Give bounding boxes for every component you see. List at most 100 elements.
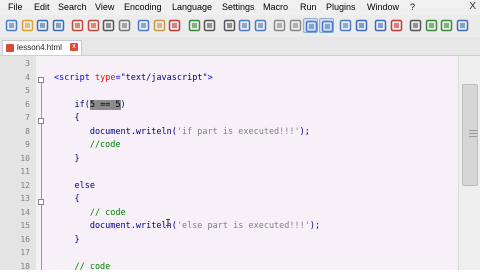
tab-label: lesson4.html (17, 43, 62, 52)
code-token: 'if part is executed!!!' (177, 127, 300, 137)
record-macro-icon[interactable] (389, 18, 404, 33)
tab-close-icon[interactable]: x (70, 43, 78, 51)
selected-text: 5 == 5 (90, 100, 121, 110)
line-number: 18 (0, 262, 30, 271)
code-line: 7 { (0, 112, 458, 126)
code-text: { (54, 113, 80, 123)
fold-toggle-icon[interactable] (38, 118, 44, 124)
code-text: // code (54, 208, 126, 218)
code-text: { (54, 194, 80, 204)
code-token: if( (54, 100, 90, 110)
code-line: 9 //code (0, 139, 458, 153)
code-text: document.writeln('else part is executed!… (54, 221, 320, 231)
toolbar (0, 15, 480, 38)
save-icon[interactable] (35, 18, 50, 33)
paste-icon[interactable] (152, 18, 167, 33)
menu-item-window[interactable]: Window (367, 2, 399, 12)
code-line: 17 (0, 247, 458, 261)
doc-map-icon[interactable] (354, 18, 369, 33)
line-number: 9 (0, 140, 30, 149)
menu-item-view[interactable]: View (95, 2, 114, 12)
code-line: 12 else (0, 180, 458, 194)
code-text: if(5 == 5) (54, 100, 126, 110)
code-token: //code (54, 140, 121, 150)
menu-item-run[interactable]: Run (300, 2, 317, 12)
menu-item-plugins[interactable]: Plugins (326, 2, 356, 12)
menu-item-settings[interactable]: Settings (222, 2, 255, 12)
editor[interactable]: 34<script type="text/javascript">56 if(5… (0, 56, 480, 270)
function-list-icon[interactable] (373, 18, 388, 33)
redo-icon[interactable] (187, 18, 202, 33)
play-macro-icon[interactable] (424, 18, 439, 33)
code-text: document.writeln('if part is executed!!!… (54, 127, 310, 137)
cut-icon[interactable] (117, 18, 132, 33)
code-token: } (54, 235, 80, 245)
save-all-icon[interactable] (51, 18, 66, 33)
zoom-out-icon[interactable] (253, 18, 268, 33)
code-line: 3 (0, 58, 458, 72)
sync-v-icon[interactable] (272, 18, 287, 33)
menu-item-file[interactable]: File (8, 2, 23, 12)
fold-toggle-icon[interactable] (38, 199, 44, 205)
code-token: } (54, 154, 80, 164)
close-all-icon[interactable] (86, 18, 101, 33)
menu-item-encoding[interactable]: Encoding (124, 2, 162, 12)
zoom-in-icon[interactable] (237, 18, 252, 33)
indent-guide-icon[interactable] (338, 18, 353, 33)
line-number: 4 (0, 73, 30, 82)
word-wrap-icon[interactable] (303, 18, 318, 33)
tab-bar: lesson4.html x (0, 37, 480, 56)
code-line: 14 // code (0, 207, 458, 221)
line-number: 11 (0, 167, 30, 176)
code-line: 5 (0, 85, 458, 99)
code-text: } (54, 235, 80, 245)
menu-item-search[interactable]: Search (58, 2, 87, 12)
new-file-icon[interactable] (4, 18, 19, 33)
line-number: 5 (0, 86, 30, 95)
replace-icon[interactable] (222, 18, 237, 33)
show-all-chars-icon[interactable] (319, 18, 334, 33)
code-line: 15 document.writeln('else part is execut… (0, 220, 458, 234)
line-number: 13 (0, 194, 30, 203)
code-token: ) (121, 100, 126, 110)
code-token: else (54, 181, 95, 191)
open-file-icon[interactable] (20, 18, 35, 33)
code-line: 11 (0, 166, 458, 180)
undo-icon[interactable] (167, 18, 182, 33)
find-icon[interactable] (202, 18, 217, 33)
code-token: // code (54, 208, 126, 218)
code-token: javascript (151, 73, 202, 83)
menu-item-edit[interactable]: Edit (34, 2, 50, 12)
line-number: 17 (0, 248, 30, 257)
code-line: 8 document.writeln('if part is executed!… (0, 126, 458, 140)
print-icon[interactable] (101, 18, 116, 33)
line-number: 6 (0, 100, 30, 109)
code-token: "text/ (121, 73, 152, 83)
stop-macro-icon[interactable] (408, 18, 423, 33)
menu-item-macro[interactable]: Macro (263, 2, 288, 12)
code-token: script (59, 73, 90, 83)
scrollbar-thumb[interactable] (462, 84, 478, 186)
sync-h-icon[interactable] (288, 18, 303, 33)
vertical-scrollbar[interactable] (458, 56, 480, 270)
code-token: { (54, 113, 80, 123)
code-token: ); (310, 221, 320, 231)
code-line: 10 } (0, 153, 458, 167)
code-token: { (54, 194, 80, 204)
close-document-icon[interactable]: X (469, 1, 476, 12)
tab-lesson4[interactable]: lesson4.html x (2, 40, 82, 55)
line-number: 3 (0, 59, 30, 68)
menu-item-help[interactable]: ? (410, 2, 415, 12)
run-macro-icon[interactable] (439, 18, 454, 33)
code-token: 'else part is executed!!!' (177, 221, 310, 231)
code-text: } (54, 154, 80, 164)
menu-bar: X File Edit Search View Encoding Language Sett… (0, 0, 480, 15)
code-line: 13 { (0, 193, 458, 207)
close-icon[interactable] (70, 18, 85, 33)
save-macro-icon[interactable] (455, 18, 470, 33)
code-text: // code (54, 262, 110, 272)
code-line: 6 if(5 == 5) (0, 99, 458, 113)
copy-icon[interactable] (136, 18, 151, 33)
menu-item-language[interactable]: Language (172, 2, 212, 12)
code-token: > (208, 73, 213, 83)
